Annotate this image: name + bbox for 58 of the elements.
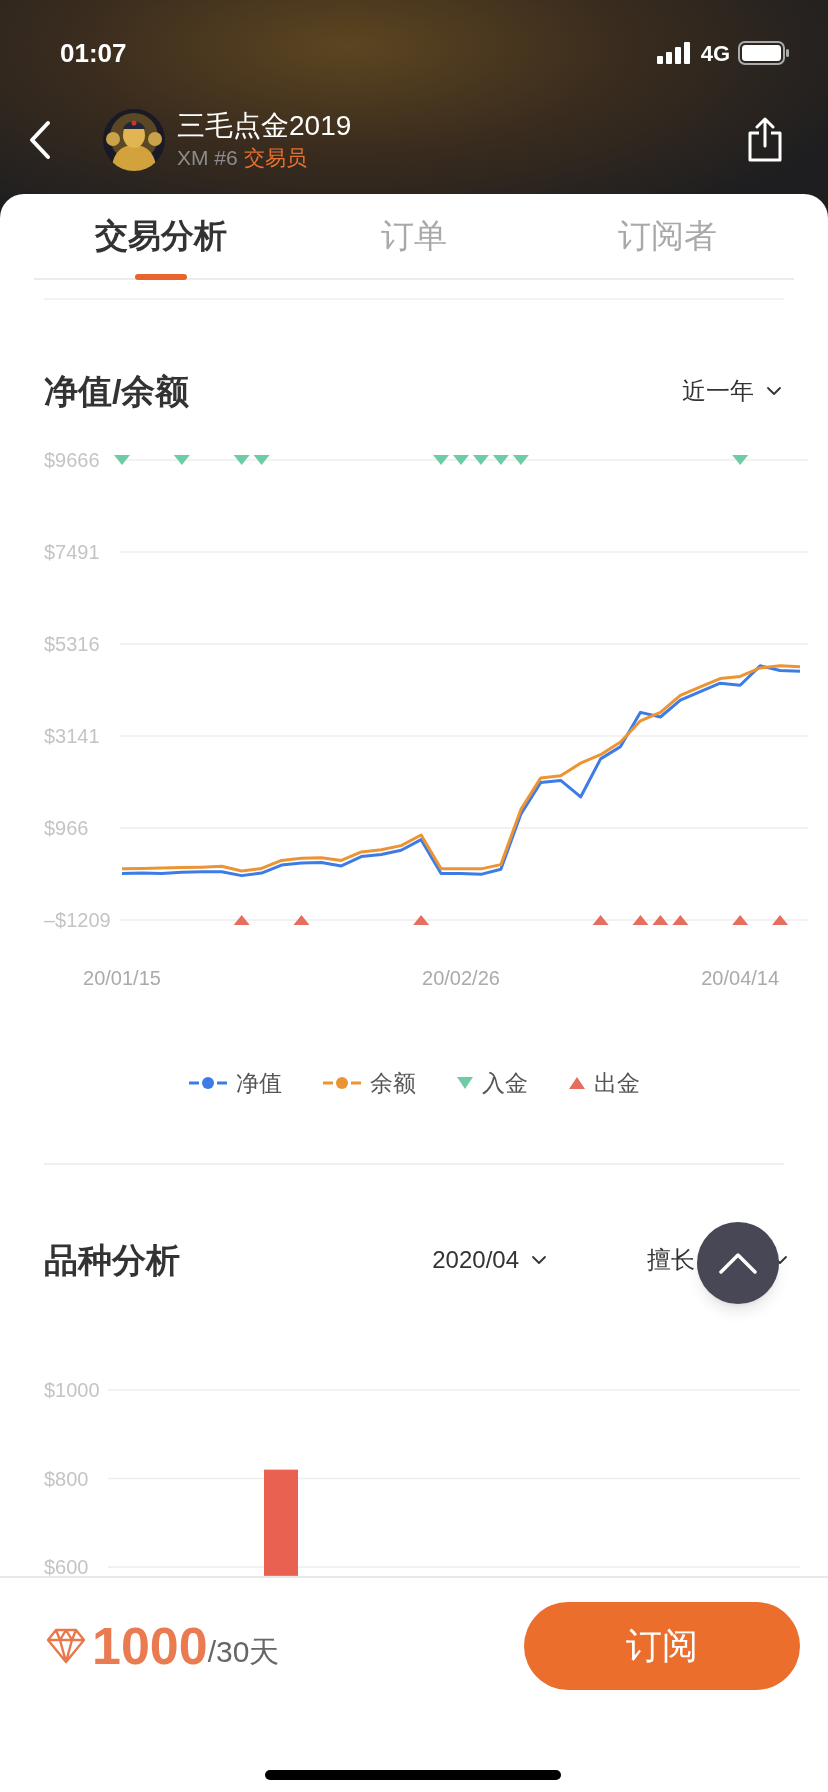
axis-label: 20/02/26 xyxy=(422,967,500,989)
axis-label: 20/04/14 xyxy=(701,967,780,989)
axis-label: $9666 xyxy=(44,449,100,471)
deposit-marker xyxy=(253,455,270,465)
battery-icon xyxy=(738,41,790,65)
deposit-marker xyxy=(433,455,450,465)
deposit-marker xyxy=(472,455,489,465)
legend-label: 余额 xyxy=(370,1068,416,1098)
deposit-marker xyxy=(512,455,529,465)
deposit-marker xyxy=(453,455,469,465)
legend-triangle-icon xyxy=(456,1076,474,1090)
withdrawal-marker xyxy=(732,915,749,925)
section-title: 净值/余额 xyxy=(44,370,190,412)
axis-label: $800 xyxy=(44,1467,89,1490)
price-period: /30天 xyxy=(207,1634,280,1670)
axis-label: $3141 xyxy=(44,725,100,747)
legend-triangle-icon xyxy=(568,1076,586,1090)
axis-label: $7491 xyxy=(44,541,100,563)
price-value: 1000 xyxy=(92,1616,208,1677)
trader-name: 三毛点金2019 xyxy=(177,109,352,143)
axis-label: $966 xyxy=(44,817,89,839)
deposit-marker xyxy=(114,455,130,465)
chevron-down-icon xyxy=(766,386,782,396)
deposit-marker xyxy=(233,455,250,465)
chevron-up-icon xyxy=(718,1251,758,1275)
diamond-icon xyxy=(46,1628,86,1664)
legend-label: 出金 xyxy=(594,1068,640,1098)
legend-line-icon xyxy=(322,1075,362,1091)
withdrawal-marker xyxy=(413,915,430,925)
withdrawal-marker xyxy=(652,915,669,925)
signal-icon xyxy=(656,42,693,64)
deposit-marker xyxy=(492,455,509,465)
tab[interactable]: 交易分析 xyxy=(34,194,288,278)
legend-line-icon xyxy=(188,1075,228,1091)
range-dropdown[interactable]: 近一年 xyxy=(682,373,782,409)
withdrawal-marker xyxy=(632,915,649,925)
month-dropdown[interactable]: 2020/04 xyxy=(432,1242,547,1278)
filter-dropdown[interactable]: 擅长 xyxy=(647,1242,695,1278)
legend-label: 入金 xyxy=(482,1068,528,1098)
withdrawal-marker xyxy=(233,915,250,925)
role-label: 交易员 xyxy=(243,145,307,171)
deposit-marker xyxy=(732,455,749,465)
broker-label: XM #6 xyxy=(177,145,238,171)
withdrawal-marker xyxy=(293,915,310,925)
status-time: 01:07 xyxy=(60,36,127,70)
withdrawal-marker xyxy=(772,915,789,925)
axis-label: 20/01/15 xyxy=(83,967,161,989)
network-label: 4G xyxy=(700,39,730,68)
deposit-marker xyxy=(173,455,190,465)
withdrawal-marker xyxy=(592,915,609,925)
section-title: 品种分析 xyxy=(44,1239,180,1281)
legend-label: 净值 xyxy=(236,1068,282,1098)
axis-label: $1000 xyxy=(44,1379,100,1401)
axis-label: $600 xyxy=(44,1556,89,1578)
chevron-down-icon xyxy=(531,1255,547,1265)
axis-label: –$1209 xyxy=(44,909,111,931)
axis-label: $5316 xyxy=(44,633,100,655)
withdrawal-marker xyxy=(672,915,689,925)
